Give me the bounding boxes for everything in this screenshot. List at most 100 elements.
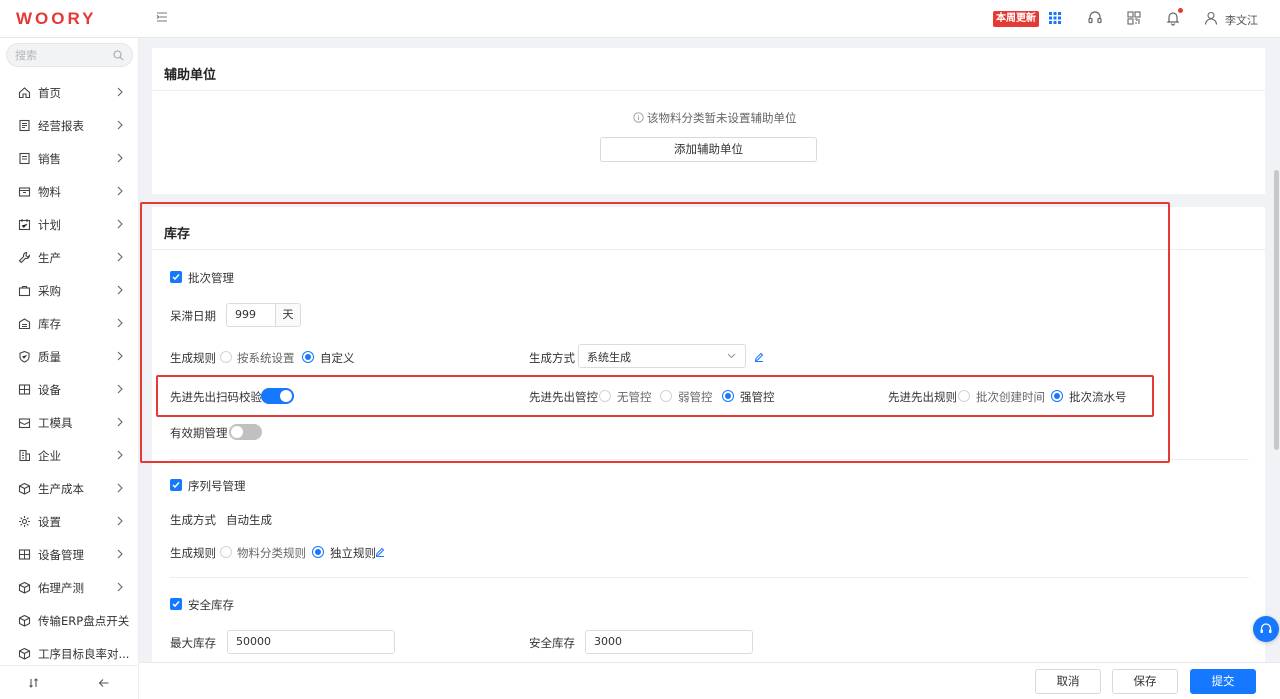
sidebar-item[interactable]: 生产成本 xyxy=(0,472,139,505)
sidebar-item[interactable]: 传输ERP盘点开关 xyxy=(0,604,139,637)
sidebar-item[interactable]: 工模具 xyxy=(0,406,139,439)
qrcode-icon[interactable] xyxy=(1126,10,1142,26)
fifo-control-option-none: 无管控 xyxy=(617,390,652,404)
inventory-card: 库存 批次管理 呆滞日期 999 天 生成规则 按系统设置 自定义 生成方式 系… xyxy=(152,207,1265,662)
sidebar-item-label: 首页 xyxy=(38,85,61,100)
inventory-title: 库存 xyxy=(164,227,191,242)
fifo-control-radio-weak[interactable] xyxy=(660,390,672,402)
headset-icon[interactable] xyxy=(1087,10,1103,26)
chevron-right-icon xyxy=(117,285,123,295)
fifo-scan-label: 先进先出扫码校验 xyxy=(170,390,262,404)
fifo-control-option-strong: 强管控 xyxy=(740,390,775,404)
user-avatar-icon[interactable] xyxy=(1204,11,1218,25)
fifo-control-radio-strong[interactable] xyxy=(722,390,734,402)
fifo-scan-switch[interactable] xyxy=(261,388,294,404)
user-name[interactable]: 李文江 xyxy=(1225,12,1258,28)
menu-toggle-icon[interactable] xyxy=(155,10,169,24)
gen-rule-option-system: 按系统设置 xyxy=(237,351,295,365)
safe-stock-input[interactable]: 3000 xyxy=(585,630,753,654)
serial-mgmt-label: 序列号管理 xyxy=(188,479,246,493)
gear-icon xyxy=(19,516,30,527)
action-bar: 取消 保存 提交 xyxy=(139,662,1280,699)
search-input[interactable] xyxy=(15,47,111,63)
gen-rule-radio-custom[interactable] xyxy=(302,351,314,363)
sidebar-item-label: 设备管理 xyxy=(38,547,84,562)
fifo-rule-radio-serial[interactable] xyxy=(1051,390,1063,402)
edit-icon[interactable] xyxy=(754,352,764,362)
sidebar-item-label: 经营报表 xyxy=(38,118,84,133)
building-icon xyxy=(19,449,30,462)
sidebar-item-label: 销售 xyxy=(38,151,61,166)
sidebar-item[interactable]: 首页 xyxy=(0,76,139,109)
divider xyxy=(152,90,1265,91)
sidebar-item[interactable]: 计划 xyxy=(0,208,139,241)
sidebar-item[interactable]: 佑理产测 xyxy=(0,571,139,604)
chevron-right-icon xyxy=(117,549,123,559)
serial-rule-radio-category[interactable] xyxy=(220,546,232,558)
notification-dot xyxy=(1178,8,1183,13)
divider xyxy=(170,577,1249,578)
chevron-right-icon xyxy=(117,351,123,361)
sidebar-item[interactable]: 库存 xyxy=(0,307,139,340)
edit-icon[interactable] xyxy=(375,547,385,557)
sidebar-item[interactable]: 设备 xyxy=(0,373,139,406)
sidebar-item-label: 工序目标良率对... xyxy=(38,646,130,661)
chevron-right-icon xyxy=(117,582,123,592)
serial-method-label: 生成方式 xyxy=(170,513,216,527)
cancel-button[interactable]: 取消 xyxy=(1035,669,1101,694)
sidebar-item[interactable]: 经营报表 xyxy=(0,109,139,142)
expiry-mgmt-switch[interactable] xyxy=(229,424,262,440)
report-icon xyxy=(19,119,30,132)
safety-stock-checkbox[interactable] xyxy=(170,598,182,610)
sidebar-item[interactable]: 企业 xyxy=(0,439,139,472)
serial-rule-radio-independent[interactable] xyxy=(312,546,324,558)
max-stock-input[interactable]: 50000 xyxy=(227,630,395,654)
stagnant-days-input[interactable]: 999 xyxy=(226,303,276,327)
sidebar-item-label: 设置 xyxy=(38,514,61,529)
submit-button[interactable]: 提交 xyxy=(1190,669,1256,694)
scroll-thumb[interactable] xyxy=(1274,170,1279,450)
sidebar-item[interactable]: 设备管理 xyxy=(0,538,139,571)
fifo-control-option-weak: 弱管控 xyxy=(678,390,713,404)
weekly-update-badge[interactable]: 本周更新 xyxy=(993,11,1039,27)
cube-icon xyxy=(18,482,31,495)
brand-logo[interactable]: WOORY xyxy=(16,9,120,27)
search-icon[interactable] xyxy=(113,50,124,61)
add-aux-unit-button[interactable]: 添加辅助单位 xyxy=(600,137,817,162)
sidebar-item[interactable]: 质量 xyxy=(0,340,139,373)
collapse-all-icon[interactable] xyxy=(28,677,40,689)
sidebar-item[interactable]: 采购 xyxy=(0,274,139,307)
sidebar-item[interactable]: 销售 xyxy=(0,142,139,175)
safe-stock-label: 安全库存 xyxy=(529,636,575,650)
sidebar-item-label: 计划 xyxy=(38,217,61,232)
sidebar-item[interactable]: 物料 xyxy=(0,175,139,208)
sidebar-item[interactable]: 设置 xyxy=(0,505,139,538)
headset-icon xyxy=(1260,623,1272,633)
apps-grid-icon[interactable] xyxy=(1047,10,1063,26)
chevron-right-icon xyxy=(117,120,123,130)
main-scrollbar[interactable] xyxy=(1272,40,1280,660)
chevron-right-icon xyxy=(117,417,123,427)
gen-method-select[interactable]: 系统生成 xyxy=(578,344,746,368)
fifo-rule-option-serial: 批次流水号 xyxy=(1069,390,1127,404)
serial-mgmt-checkbox[interactable] xyxy=(170,479,182,491)
divider xyxy=(170,459,1249,460)
gen-rule-radio-system[interactable] xyxy=(220,351,232,363)
support-float-button[interactable] xyxy=(1253,616,1279,642)
serial-rule-label: 生成规则 xyxy=(170,546,216,560)
sidebar-item[interactable]: 生产 xyxy=(0,241,139,274)
cube-icon xyxy=(18,581,31,594)
sidebar-item-label: 企业 xyxy=(38,448,61,463)
aux-unit-title: 辅助单位 xyxy=(164,68,217,83)
batch-mgmt-checkbox[interactable] xyxy=(170,271,182,283)
fifo-rule-radio-created[interactable] xyxy=(958,390,970,402)
gen-method-label: 生成方式 xyxy=(529,351,575,365)
chevron-right-icon xyxy=(117,516,123,526)
wrench-icon xyxy=(18,251,31,264)
chevron-right-icon xyxy=(117,252,123,262)
sidebar-footer xyxy=(0,665,139,699)
arrow-left-icon[interactable] xyxy=(98,677,110,689)
fifo-control-radio-none[interactable] xyxy=(599,390,611,402)
save-button[interactable]: 保存 xyxy=(1112,669,1178,694)
chevron-right-icon xyxy=(117,318,123,328)
